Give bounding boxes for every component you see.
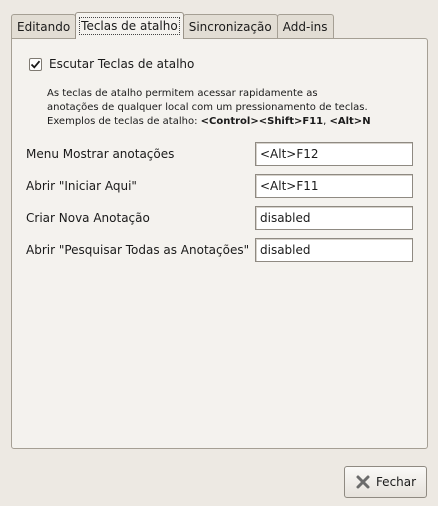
tab-label: Teclas de atalho [79,17,180,35]
shortcut-row-create-new-note: Criar Nova Anotação [26,206,416,230]
listen-shortcuts-checkbox[interactable] [29,57,42,71]
tab-sincronizacao[interactable]: Sincronização [182,14,278,39]
example-shortcut-2: <Alt>N [329,116,371,127]
tab-teclas-de-atalho[interactable]: Teclas de atalho [75,12,184,39]
checkmark-icon [30,60,41,69]
shortcut-label: Criar Nova Anotação [26,211,150,225]
shortcut-label: Abrir "Pesquisar Todas as Anotações" [26,243,250,257]
shortcut-row-open-start-here: Abrir "Iniciar Aqui" [26,174,416,198]
description-examples-prefix: Exemplos de teclas de atalho: [47,116,201,127]
listen-shortcuts-checkbox-row[interactable]: Escutar Teclas de atalho [29,57,194,71]
shortcut-input-create-new-note[interactable] [255,206,413,230]
shortcut-row-show-notes-menu: Menu Mostrar anotações [26,142,416,166]
close-button[interactable]: Fechar [344,466,427,498]
close-icon [355,474,371,490]
tab-label: Add-ins [282,20,328,34]
description-line: As teclas de atalho permitem acessar rap… [47,88,318,99]
shortcut-input-search-all-notes[interactable] [255,238,413,262]
example-shortcut-1: <Control><Shift>F11 [200,116,324,127]
shortcuts-description: As teclas de atalho permitem acessar rap… [47,87,417,129]
tab-bar: Editando Teclas de atalho Sincronização … [11,12,334,39]
tab-add-ins[interactable]: Add-ins [276,14,334,39]
tab-label: Editando [17,20,71,34]
shortcut-row-search-all-notes: Abrir "Pesquisar Todas as Anotações" [26,238,416,262]
shortcuts-panel: Escutar Teclas de atalho As teclas de at… [11,38,428,449]
shortcut-input-open-start-here[interactable] [255,174,413,198]
close-button-label: Fechar [375,475,417,489]
shortcut-label: Abrir "Iniciar Aqui" [26,179,137,193]
shortcut-input-show-notes-menu[interactable] [255,142,413,166]
description-line: Exemplos de teclas de atalho: <Control><… [47,115,417,129]
listen-shortcuts-label: Escutar Teclas de atalho [49,57,195,71]
shortcut-label: Menu Mostrar anotações [26,147,175,161]
tab-label: Sincronização [188,20,272,34]
tab-editando[interactable]: Editando [11,14,77,39]
description-line: anotações de qualquer local com um press… [47,102,368,113]
